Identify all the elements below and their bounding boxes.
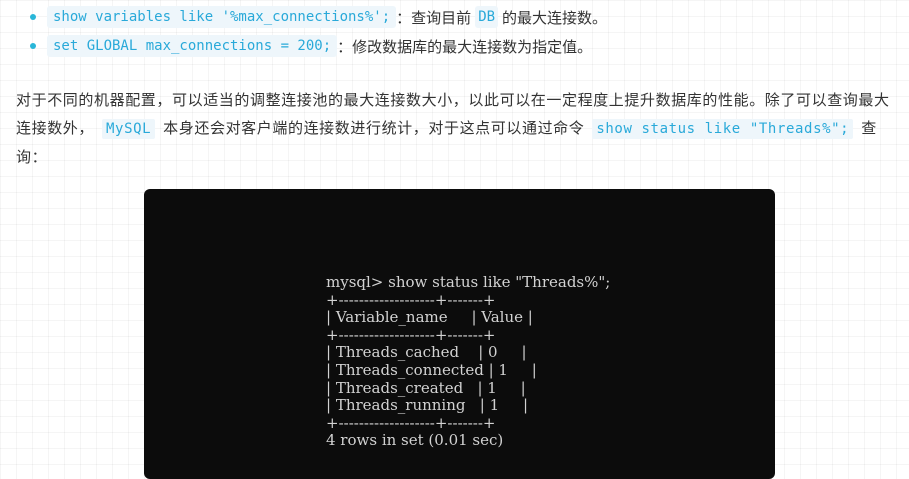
description-text: 的最大连接数。 xyxy=(502,8,608,27)
paragraph-text: 本身还会对客户端的连接数进行统计，对于这点可以通过命令 xyxy=(163,119,585,137)
body-paragraph: 对于不同的机器配置，可以适当的调整连接池的最大连接数大小，以此可以在一定程度上提… xyxy=(16,86,901,171)
inline-code: set GLOBAL max_connections = 200; xyxy=(47,35,338,57)
terminal-output: mysql> show status like "Threads%"; +----… xyxy=(326,273,611,450)
bullet-dot-icon xyxy=(30,43,36,49)
terminal-line: mysql> show status like "Threads%"; xyxy=(326,273,611,291)
terminal-line: | Variable_name | Value | xyxy=(326,308,533,327)
list-item-content: set GLOBAL max_connections = 200; ： 修改数据… xyxy=(47,35,592,57)
inline-code: MySQL xyxy=(102,119,156,139)
inline-code: show status like "Threads%"; xyxy=(592,119,854,139)
separator: ： xyxy=(337,37,353,56)
bullet-dot-icon xyxy=(30,14,36,20)
terminal-line: +-------------------+-------+ xyxy=(326,413,496,432)
list-item: set GLOBAL max_connections = 200; ： 修改数据… xyxy=(30,31,592,61)
list-item-content: show variables like '%max_connections%';… xyxy=(47,6,607,28)
description-text: 修改数据库的最大连接数为指定值。 xyxy=(352,37,593,56)
terminal-line: | Threads_created | 1 | xyxy=(326,378,526,397)
terminal-line: +-------------------+-------+ xyxy=(326,290,496,309)
terminal-line: | Threads_running | 1 | xyxy=(326,396,529,415)
inline-code: DB xyxy=(475,6,499,28)
description-text: 查询目前 xyxy=(411,8,472,27)
inline-code: show variables like '%max_connections%'; xyxy=(47,6,397,28)
terminal-line: +-------------------+-------+ xyxy=(326,325,496,344)
terminal-line: 4 rows in set (0.01 sec) xyxy=(326,431,504,450)
terminal-line: | Threads_connected | 1 | xyxy=(326,360,537,379)
separator: ： xyxy=(396,8,412,27)
list-item: show variables like '%max_connections%';… xyxy=(30,2,607,32)
terminal-line: | Threads_cached | 0 | xyxy=(326,343,527,362)
terminal-screenshot: mysql> show status like "Threads%"; +----… xyxy=(144,189,775,479)
